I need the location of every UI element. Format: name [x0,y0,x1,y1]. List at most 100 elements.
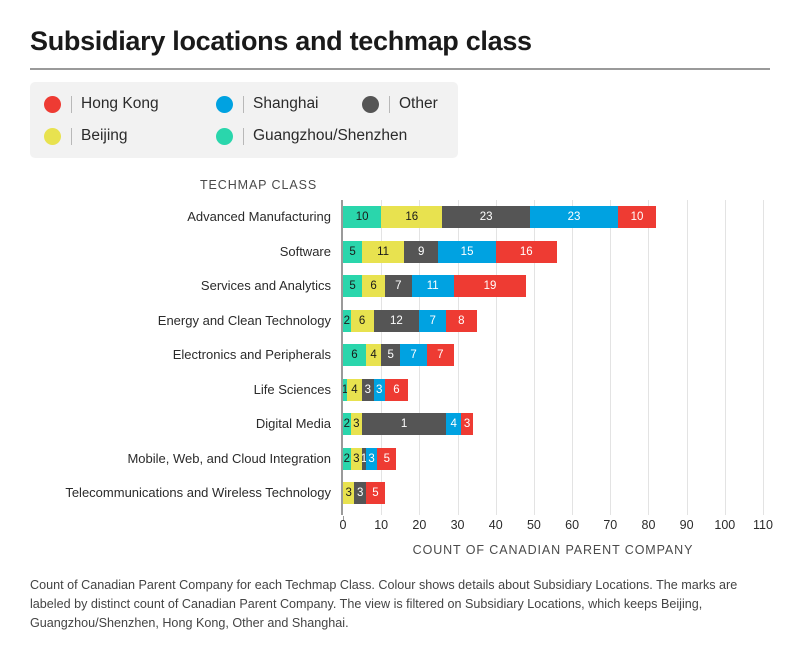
legend-row: Beijing Guangzhou/Shenzhen [30,120,458,152]
bar-segment[interactable]: 6 [362,275,385,297]
bar-segment[interactable]: 12 [373,309,420,332]
bar-segment-label: 7 [437,349,444,361]
bar-segment[interactable]: 7 [426,344,454,366]
bar-segment[interactable]: 7 [384,275,412,297]
bar-segment[interactable]: 10 [617,206,657,228]
bar-segment[interactable]: 3 [350,447,363,470]
bar-row[interactable]: 5 6 7 11 19 [343,275,527,297]
bar-segment[interactable]: 2 [343,413,351,435]
plot-area: 10 16 23 23 10 5 11 9 15 16 5 6 7 11 19 2 6 12 7 8 6 4 5 7 7 1 4 3 3… [343,200,764,515]
bar-segment-label: 4 [450,418,457,430]
bar-segment-label: 10 [355,211,369,223]
bar-segment[interactable]: 7 [400,344,427,366]
bar-segment[interactable]: 5 [365,482,385,504]
bar-segment-label: 10 [630,211,644,223]
bar-segment-label: 5 [387,349,394,361]
bar-segment[interactable]: 16 [381,206,443,228]
bar-segment[interactable]: 1 [362,413,447,435]
legend-item[interactable]: Hong Kong [44,88,159,120]
bar-segment[interactable]: 3 [350,413,363,435]
y-axis-tick-label: Mobile, Web, and Cloud Integration [127,450,331,466]
bar-segment[interactable]: 3 [373,378,385,401]
x-axis-tick-label: 0 [339,518,347,532]
x-axis-labels: 0 10 20 30 40 50 60 70 80 90 100 110 [339,516,773,536]
legend-color-swatch-icon [44,95,61,113]
bar-segment-label: 4 [370,349,377,361]
bar-row[interactable]: 23135 [343,447,397,470]
bar-segment[interactable]: 4 [346,378,363,401]
legend: Hong Kong Shanghai Other Beijing Guangzhou/S… [30,82,458,158]
x-axis-tick-label: 100 [714,518,736,532]
bar-segment[interactable]: 5 [377,447,397,470]
bar-segment[interactable]: 5 [343,275,363,297]
bar-segment-label: 3 [356,487,364,499]
bar-segment-label: 6 [351,349,358,361]
legend-item[interactable]: Guangzhou/Shenzhen [216,120,407,152]
chart-page: Subsidiary locations and techmap class H… [0,0,800,649]
x-axis-tick-label: 80 [641,518,656,532]
bar-segment-label: 3 [353,452,360,465]
bar-segment-label: 23 [479,211,493,223]
gridline [763,200,764,515]
bar-segment-label: 7 [410,349,417,361]
bar-segment[interactable]: 6 [350,309,374,332]
bar-segment[interactable]: 3 [461,413,473,435]
bar-segment[interactable]: 15 [438,240,496,263]
legend-separator [243,127,244,145]
chart-caption: Count of Canadian Parent Company for eac… [30,578,738,630]
bar-segment-label: 8 [458,314,465,327]
y-axis-tick-label: Life Sciences [253,381,331,397]
bar-segment[interactable]: 4 [365,344,382,366]
bar-segment[interactable]: 9 [404,240,439,263]
bar-segment[interactable]: 4 [446,413,462,435]
legend-item[interactable]: Shanghai [216,88,319,120]
bar-segment[interactable]: 8 [446,309,477,332]
bar-segment[interactable]: 23 [442,206,531,228]
bar-row[interactable]: 14336 [343,378,408,401]
bar-segment-label: 2 [343,314,351,327]
bar-row[interactable]: 5 11 9 15 16 [343,240,557,263]
bar-segment[interactable]: 3 [365,447,378,470]
bar-segment-label: 4 [351,383,358,396]
legend-item-label: Beijing [81,127,128,144]
bar-segment[interactable]: 5 [381,344,401,366]
bar-segment[interactable]: 5 [343,240,363,263]
bar-segment[interactable]: 7 [419,309,447,332]
bar-segment[interactable]: 6 [343,344,366,366]
bar-segment-label: 5 [383,452,391,465]
legend-item-label: Guangzhou/Shenzhen [253,127,408,144]
legend-separator [243,95,244,113]
legend-item[interactable]: Other [362,88,438,120]
y-axis-tick-label: Electronics and Peripherals [172,347,331,362]
x-axis-tick-label: 90 [679,518,694,532]
bar-segment-label: 2 [343,452,351,465]
bar-segment[interactable]: 2 [343,309,351,332]
bar-segment[interactable]: 11 [362,240,405,263]
bar-segment-label: 23 [567,211,581,223]
legend-separator [71,95,72,113]
x-axis-tick-label: 60 [565,518,580,532]
bar-row[interactable]: 10 16 23 23 10 [343,206,657,228]
legend-item[interactable]: Beijing [44,120,128,152]
bar-segment[interactable]: 3 [354,482,366,504]
bar-row[interactable]: 2 6 12 7 8 [343,309,477,332]
bar-segment[interactable]: 16 [495,240,557,263]
bar-row[interactable]: 335 [343,482,385,504]
bar-segment-label: 16 [519,245,533,258]
bar-segment[interactable]: 10 [343,206,382,228]
bar-segment[interactable]: 23 [530,206,618,228]
bar-segment-label: 6 [393,383,400,396]
bar-row[interactable]: 23143 [343,413,473,435]
bar-segment[interactable]: 2 [343,447,351,470]
legend-color-swatch-icon [216,95,233,113]
bar-segment-label: 6 [370,280,377,292]
bar-segment[interactable]: 6 [384,378,408,401]
bar-segment[interactable]: 3 [362,378,374,401]
x-axis-title: COUNT OF CANADIAN PARENT COMPANY [412,543,694,557]
bar-segment[interactable]: 3 [343,482,355,504]
bar-segment-label: 1 [400,418,408,430]
bar-segment[interactable]: 11 [411,275,454,297]
bar-segment-label: 9 [418,245,425,258]
bar-row[interactable]: 645 7 7 [343,344,454,366]
bar-segment[interactable]: 19 [453,275,527,297]
